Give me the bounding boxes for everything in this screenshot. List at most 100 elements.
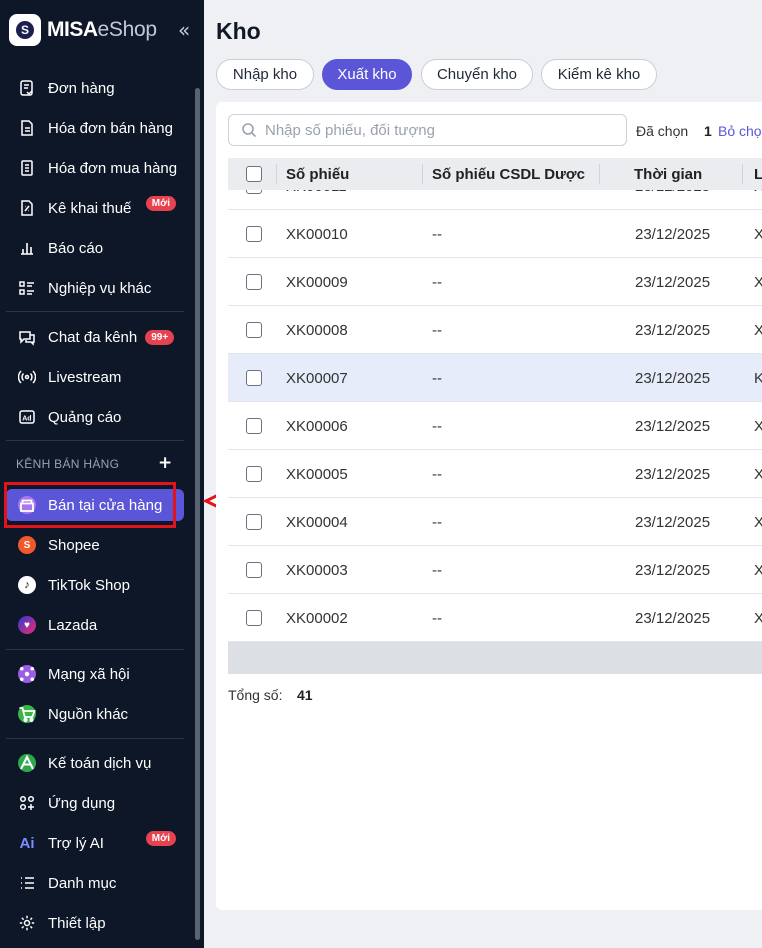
select-all-checkbox[interactable]: [246, 166, 262, 182]
table-row[interactable]: XK00010 -- 23/12/2025 X: [228, 210, 762, 258]
column-header-csdl[interactable]: Số phiếu CSDL Dược: [432, 166, 585, 183]
row-checkbox[interactable]: [246, 466, 262, 482]
ai-icon: Ai: [19, 834, 35, 852]
sidebar-divider: [6, 440, 184, 441]
sidebar-item-label: Thiết lập: [48, 914, 106, 932]
sidebar-item-other-ops[interactable]: Nghiệp vụ khác: [6, 272, 184, 304]
sidebar-item-label: Danh mục: [48, 874, 117, 892]
slip-time: 23/12/2025: [635, 226, 711, 243]
sidebar-item-livestream[interactable]: Livestream: [6, 361, 184, 393]
row-checkbox[interactable]: [246, 610, 262, 626]
slip-code: XK00010: [286, 226, 348, 243]
slip-code: XK00006: [286, 418, 348, 435]
sidebar-item-chat[interactable]: Chat đa kênh 99+: [6, 321, 184, 353]
search-box[interactable]: [228, 114, 627, 146]
sidebar-item-ai[interactable]: Ai Trợ lý AI Mới: [6, 827, 184, 859]
sidebar-divider: [6, 738, 184, 739]
sidebar-item-catalog[interactable]: Danh mục: [6, 867, 184, 899]
table-row[interactable]: XK00004 -- 23/12/2025 X: [228, 498, 762, 546]
sidebar-item-tiktok[interactable]: ♪ TikTok Shop: [6, 569, 184, 601]
column-header-extra[interactable]: L: [754, 166, 762, 183]
csdl-code: --: [432, 418, 442, 435]
slip-code: XK00002: [286, 610, 348, 627]
svg-text:Ad: Ad: [22, 416, 31, 423]
deselect-link[interactable]: Bỏ chọn: [718, 123, 762, 139]
row-checkbox[interactable]: [246, 226, 262, 242]
table-row[interactable]: XK00002 -- 23/12/2025 X: [228, 594, 762, 642]
content-card: Đã chọn 1 Bỏ chọn Số phiếu Số phiếu CSDL…: [216, 102, 762, 910]
chart-icon: [16, 237, 38, 259]
notification-badge: 99+: [145, 329, 175, 345]
sidebar-item-label: Ứng dụng: [48, 794, 116, 812]
column-separator: [422, 164, 423, 184]
sidebar-item-label: Đơn hàng: [48, 79, 115, 97]
csdl-code: --: [432, 274, 442, 291]
sidebar-item-tax[interactable]: Kê khai thuế Mới: [6, 192, 184, 224]
row-checkbox[interactable]: [246, 274, 262, 290]
sidebar-item-lazada[interactable]: ♥ Lazada: [6, 609, 184, 641]
list-icon: [16, 277, 38, 299]
search-icon: [242, 123, 257, 138]
slip-code: XK00004: [286, 514, 348, 531]
table-row[interactable]: XK00011 -- 23/12/2025 X: [228, 190, 762, 210]
sidebar-item-label: Lazada: [48, 616, 98, 634]
sidebar-item-settings[interactable]: Thiết lập: [6, 907, 184, 939]
sidebar-item-label: Hóa đơn mua hàng: [48, 159, 178, 177]
row-checkbox[interactable]: [246, 562, 262, 578]
invoice-icon: [16, 117, 38, 139]
sidebar-item-ads[interactable]: Ad Quảng cáo: [6, 401, 184, 433]
row-checkbox[interactable]: [246, 322, 262, 338]
sidebar-item-shopee[interactable]: S Shopee: [6, 529, 184, 561]
chat-icon: [16, 326, 38, 348]
column-header-time[interactable]: Thời gian: [634, 166, 702, 183]
sidebar-item-label: Nguồn khác: [48, 705, 129, 723]
sidebar: S MISA eShop « Đơn hàng Hóa đơn bán hàng…: [0, 0, 204, 948]
slip-time: 23/12/2025: [635, 370, 711, 387]
sidebar-item-social[interactable]: Mạng xã hội: [6, 658, 184, 690]
row-checkbox[interactable]: [246, 418, 262, 434]
search-input[interactable]: [265, 121, 605, 139]
csdl-code: --: [432, 370, 442, 387]
table-row[interactable]: XK00007 -- 23/12/2025 K: [228, 354, 762, 402]
tab-import[interactable]: Nhập kho: [216, 59, 314, 90]
csdl-code: --: [432, 190, 442, 195]
sidebar-item-purchase-invoice[interactable]: Hóa đơn mua hàng: [6, 152, 184, 184]
table-row[interactable]: XK00003 -- 23/12/2025 X: [228, 546, 762, 594]
sidebar-item-accounting[interactable]: Kế toán dịch vụ: [6, 747, 184, 779]
table-row[interactable]: XK00009 -- 23/12/2025 X: [228, 258, 762, 306]
tax-icon: [16, 197, 38, 219]
column-header-code[interactable]: Số phiếu: [286, 166, 349, 183]
column-separator: [742, 164, 743, 184]
csdl-code: --: [432, 562, 442, 579]
sidebar-item-reports[interactable]: Báo cáo: [6, 232, 184, 264]
sidebar-scrollbar[interactable]: [195, 88, 200, 940]
collapse-sidebar-icon[interactable]: «: [178, 18, 190, 42]
slip-extra: K: [754, 370, 762, 387]
slip-extra: X: [754, 274, 762, 291]
row-checkbox[interactable]: [246, 190, 262, 194]
sidebar-item-apps[interactable]: Ứng dụng: [6, 787, 184, 819]
menu-icon: [16, 872, 38, 894]
row-checkbox[interactable]: [246, 370, 262, 386]
sidebar-item-label: Chat đa kênh: [48, 328, 138, 346]
tab-stocktake[interactable]: Kiểm kê kho: [541, 59, 657, 90]
sidebar-item-sales-invoice[interactable]: Hóa đơn bán hàng: [6, 112, 184, 144]
slip-time: 23/12/2025: [635, 562, 711, 579]
sidebar-divider: [6, 649, 184, 650]
tab-transfer[interactable]: Chuyển kho: [421, 59, 533, 90]
table-row[interactable]: XK00005 -- 23/12/2025 X: [228, 450, 762, 498]
add-channel-icon[interactable]: +: [158, 453, 172, 473]
tab-export[interactable]: Xuất kho: [322, 59, 412, 90]
brand-logo[interactable]: S MISA eShop: [9, 14, 157, 46]
sidebar-item-label: Báo cáo: [48, 239, 104, 257]
sidebar-item-other-sources[interactable]: Nguồn khác: [6, 698, 184, 730]
page-title: Kho: [216, 18, 261, 44]
slip-time: 23/12/2025: [635, 418, 711, 435]
row-checkbox[interactable]: [246, 514, 262, 530]
table-row[interactable]: XK00008 -- 23/12/2025 X: [228, 306, 762, 354]
slip-code: XK00009: [286, 274, 348, 291]
selected-count: 1: [704, 123, 712, 139]
table-row[interactable]: XK00006 -- 23/12/2025 X: [228, 402, 762, 450]
sidebar-item-orders[interactable]: Đơn hàng: [6, 72, 184, 104]
slip-time: 23/12/2025: [635, 466, 711, 483]
